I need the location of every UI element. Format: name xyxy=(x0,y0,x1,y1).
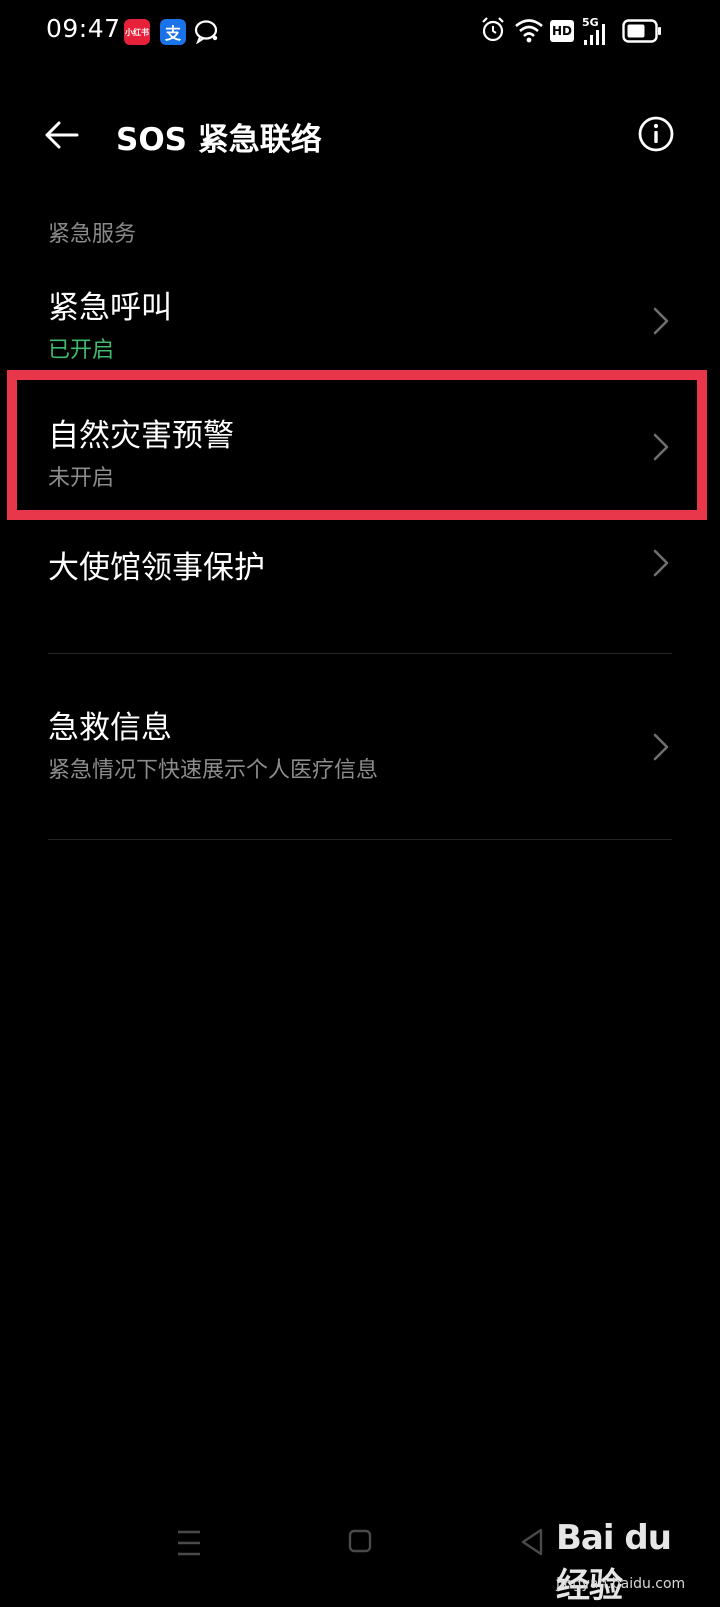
baidu-jingyan-watermark: Bai du 经验 jingyan.baidu.com xyxy=(556,1518,714,1606)
home-icon[interactable] xyxy=(348,1529,372,1553)
divider xyxy=(48,653,672,654)
battery-icon xyxy=(622,19,661,43)
watermark-logo: Bai du 经验 xyxy=(556,1518,672,1606)
divider xyxy=(48,839,672,840)
list-item-emergency-call[interactable]: 紧急呼叫 已开启 xyxy=(0,270,720,370)
5g-signal-icon: 5G xyxy=(582,16,608,46)
xiaohongshu-icon: 小红书 xyxy=(124,19,150,45)
wifi-icon xyxy=(515,19,543,43)
item-status: 已开启 xyxy=(48,338,115,363)
list-item-first-aid-info[interactable]: 急救信息 紧急情况下快速展示个人医疗信息 xyxy=(0,690,720,800)
status-time: 09:47 xyxy=(46,14,121,43)
item-title: 大使馆领事保护 xyxy=(48,550,265,586)
list-item-consular-protection[interactable]: 大使馆领事保护 xyxy=(0,530,720,620)
chevron-right-icon xyxy=(653,549,669,577)
list-item-disaster-warning[interactable]: 自然灾害预警 未开启 xyxy=(0,390,720,510)
watermark-url: jingyan.baidu.com xyxy=(556,1576,686,1592)
item-subtitle: 紧急情况下快速展示个人医疗信息 xyxy=(48,758,379,783)
info-icon[interactable] xyxy=(636,114,676,154)
alarm-icon xyxy=(482,17,504,42)
section-header-emergency-services: 紧急服务 xyxy=(48,222,137,247)
status-bar: 09:47 小红书 支 HD 5G xyxy=(0,0,720,64)
menu-icon[interactable] xyxy=(176,1528,202,1558)
item-title: 紧急呼叫 xyxy=(48,290,172,326)
page-title: SOS 紧急联络 xyxy=(116,122,322,158)
chevron-right-icon xyxy=(653,307,669,335)
item-title: 自然灾害预警 xyxy=(48,418,234,454)
app-bar: SOS 紧急联络 xyxy=(0,90,720,180)
back-button[interactable] xyxy=(38,112,84,158)
arrow-left-icon xyxy=(45,121,79,149)
message-icon xyxy=(194,20,218,44)
item-status: 未开启 xyxy=(48,466,115,491)
item-title: 急救信息 xyxy=(48,710,172,746)
alipay-icon: 支 xyxy=(160,19,186,45)
chevron-right-icon xyxy=(653,433,669,461)
back-triangle-icon[interactable] xyxy=(520,1528,544,1556)
hd-icon: HD xyxy=(550,20,574,42)
chevron-right-icon xyxy=(653,733,669,761)
